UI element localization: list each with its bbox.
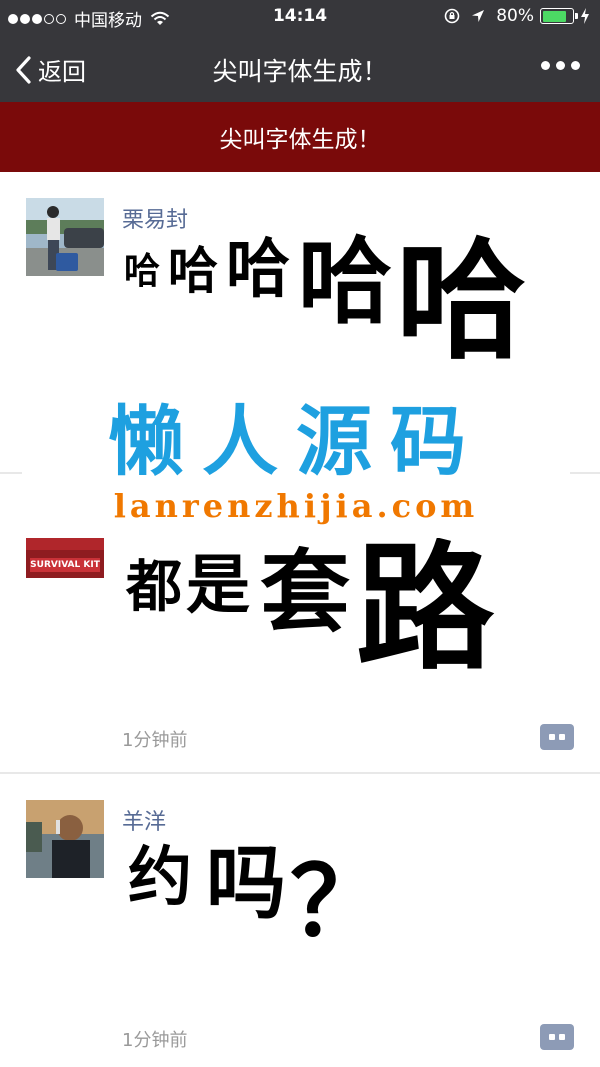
app-screen: 中国移动 14:14 80% 返回 尖叫字体生成！ 尖叫字体生成！ 栗易封 哈 … bbox=[0, 0, 600, 1067]
chevron-left-icon bbox=[16, 55, 31, 84]
user-name[interactable]: 羊洋 bbox=[122, 804, 166, 836]
watermark-chinese: 懒人源码 bbox=[108, 397, 484, 486]
scream-word: 是 bbox=[186, 549, 250, 623]
charging-bolt-icon bbox=[581, 8, 589, 24]
battery-percent: 80% bbox=[496, 6, 534, 26]
user-name[interactable]: 栗易封 bbox=[122, 202, 188, 234]
status-right: 80% bbox=[444, 6, 590, 26]
photo-avatar[interactable] bbox=[26, 800, 104, 878]
scream-word: 哈 bbox=[124, 251, 161, 292]
post-time: 1分钟前 bbox=[122, 730, 188, 751]
scream-word: 哈 bbox=[396, 225, 527, 377]
title-banner: 尖叫字体生成！ bbox=[0, 102, 600, 172]
scream-word: 都 bbox=[126, 555, 182, 620]
battery-level-fill bbox=[542, 10, 566, 22]
post-3: 羊洋 约 吗 ？ 1分钟前 bbox=[0, 774, 600, 1067]
avatar-caption: SURVIVAL KIT bbox=[30, 560, 100, 570]
navigation-bar: 返回 尖叫字体生成！ bbox=[0, 34, 600, 102]
photo-avatar[interactable] bbox=[26, 198, 104, 276]
scream-word: 吗 bbox=[206, 837, 286, 930]
screen-rotation-lock-icon bbox=[444, 8, 460, 24]
scream-word: 套 bbox=[260, 540, 350, 645]
scream-word: ？ bbox=[290, 846, 386, 958]
battery-icon bbox=[540, 8, 578, 24]
banner-text: 尖叫字体生成！ bbox=[219, 127, 381, 153]
watermark: 懒人源码 lanrenzhijia.com bbox=[22, 398, 570, 538]
scream-word: 哈 bbox=[298, 228, 393, 337]
scream-word: 约 bbox=[128, 841, 192, 915]
comment-button[interactable] bbox=[540, 724, 574, 750]
page-title: 尖叫字体生成！ bbox=[212, 57, 388, 86]
watermark-url: lanrenzhijia.com bbox=[113, 487, 479, 525]
comment-button[interactable] bbox=[540, 1024, 574, 1050]
scream-word: 哈 bbox=[168, 242, 218, 300]
status-bar: 中国移动 14:14 80% bbox=[0, 0, 600, 34]
scream-word: 哈 bbox=[226, 233, 290, 307]
location-arrow-icon bbox=[472, 10, 485, 22]
more-dots-icon[interactable] bbox=[535, 61, 580, 70]
back-label: 返回 bbox=[38, 58, 86, 86]
post-time: 1分钟前 bbox=[122, 1030, 188, 1051]
scream-word: 路 bbox=[356, 528, 495, 689]
back-button[interactable]: 返回 bbox=[14, 52, 86, 87]
